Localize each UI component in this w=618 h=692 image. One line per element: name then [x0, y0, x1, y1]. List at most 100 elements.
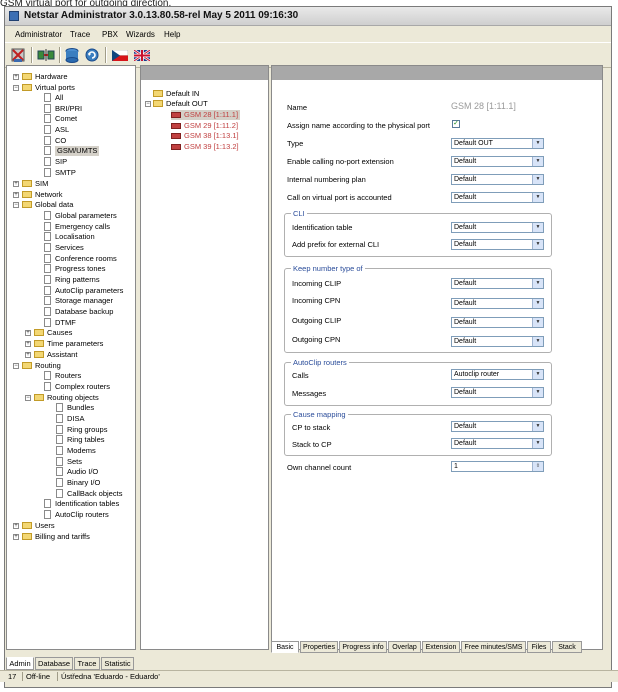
dropdown-value: Default	[454, 319, 477, 326]
document-icon	[44, 157, 51, 166]
expand-icon[interactable]: +	[13, 181, 19, 187]
tree-label: Complex routers	[55, 382, 111, 391]
menu-wizards[interactable]: Wizards	[126, 30, 155, 39]
port-gsm-28[interactable]: GSM 28 [1:11.1]	[171, 110, 241, 120]
tree-label: Bundles	[67, 403, 95, 412]
dropdown-value: Default	[454, 423, 477, 430]
collapse-icon[interactable]: −	[145, 101, 151, 107]
expand-icon[interactable]: +	[13, 192, 19, 198]
tree-label: Comet	[55, 114, 78, 123]
type-dropdown[interactable]: Default OUT ▼	[451, 138, 544, 149]
spinner-arrows-icon[interactable]: ⇳	[532, 462, 543, 471]
document-icon	[56, 425, 63, 434]
menu-pbx[interactable]: PBX	[102, 30, 118, 39]
collapse-icon[interactable]: −	[13, 202, 19, 208]
tree-label: Users	[35, 521, 55, 530]
menu-administrator[interactable]: Administrator	[15, 30, 62, 39]
tab-progress-info[interactable]: Progress info	[339, 641, 387, 653]
expand-icon[interactable]: +	[13, 523, 19, 529]
collapse-icon[interactable]: −	[13, 363, 19, 369]
expand-icon[interactable]: +	[13, 534, 19, 540]
add-prefix-dropdown[interactable]: Default ▼	[451, 239, 544, 250]
folder-icon	[22, 362, 32, 369]
properties-panel: Name GSM 28 [1:11.1] Assign name accordi…	[271, 65, 603, 650]
tree-label: Global parameters	[55, 211, 117, 220]
collapse-icon[interactable]: −	[13, 85, 19, 91]
document-icon	[56, 446, 63, 455]
internal-plan-dropdown[interactable]: Default ▼	[451, 174, 544, 185]
tree-label: Emergency calls	[55, 222, 111, 231]
port-label: GSM 28 [1:11.1]	[184, 110, 239, 119]
tab-files[interactable]: Files	[527, 641, 551, 653]
expand-icon[interactable]: +	[13, 74, 19, 80]
document-icon	[44, 93, 51, 102]
port-label: GSM 38 [1:13.1]	[184, 131, 239, 140]
folder-icon	[153, 100, 163, 107]
refresh-icon[interactable]	[83, 46, 101, 64]
uk-flag-icon[interactable]	[133, 46, 151, 64]
assign-name-label: Assign name according to the physical po…	[287, 121, 430, 130]
folder-icon	[34, 394, 44, 401]
tab-free-minutes-sms[interactable]: Free minutes/SMS	[461, 641, 526, 653]
port-label: GSM 39 [1:13.2]	[184, 142, 239, 151]
tab-database[interactable]: Database	[35, 657, 73, 670]
cp-to-stack-dropdown[interactable]: Default ▼	[451, 421, 544, 432]
chevron-down-icon: ▼	[532, 299, 543, 308]
menu-trace[interactable]: Trace	[70, 30, 90, 39]
accounted-dropdown[interactable]: Default ▼	[451, 192, 544, 203]
tab-admin[interactable]: Admin	[6, 657, 34, 670]
chevron-down-icon: ▼	[532, 370, 543, 379]
document-icon	[56, 489, 63, 498]
tree-label: DISA	[67, 414, 85, 423]
tree-label: CallBack objects	[67, 489, 123, 498]
database-icon[interactable]	[63, 46, 81, 64]
tab-properties[interactable]: Properties	[300, 641, 338, 653]
czech-flag-icon[interactable]	[111, 46, 129, 64]
outgoing-clip-dropdown[interactable]: Default ▼	[451, 317, 544, 328]
status-separator	[22, 672, 23, 681]
tree-label: Routing	[35, 361, 61, 370]
own-channel-spinbox[interactable]: 1 ⇳	[451, 461, 544, 472]
tab-statistic[interactable]: Statistic	[101, 657, 134, 670]
port-gsm-29[interactable]: GSM 29 [1:11.2]	[171, 121, 238, 131]
outgoing-cpn-dropdown[interactable]: Default ▼	[451, 336, 544, 347]
document-icon	[44, 318, 51, 327]
calls-dropdown[interactable]: Autoclip router ▼	[451, 369, 544, 380]
tab-trace[interactable]: Trace	[74, 657, 100, 670]
no-port-dropdown[interactable]: Default ▼	[451, 156, 544, 167]
dropdown-value: Default	[454, 338, 477, 345]
expand-icon[interactable]: +	[25, 341, 31, 347]
dropdown-value: Default	[454, 440, 477, 447]
menu-bar: Administrator Trace PBX Wizards Help	[5, 26, 611, 42]
expand-icon[interactable]: +	[25, 352, 31, 358]
status-mode: Off-line	[26, 672, 51, 681]
id-table-dropdown[interactable]: Default ▼	[451, 222, 544, 233]
messages-dropdown[interactable]: Default ▼	[451, 387, 544, 398]
expand-icon[interactable]: +	[25, 330, 31, 336]
tree-label: Default IN	[166, 89, 200, 98]
folder-icon	[22, 73, 32, 80]
properties-tabs: Basic Properties Progress info Overlap E…	[271, 641, 603, 653]
port-gsm-39[interactable]: GSM 39 [1:13.2]	[171, 142, 239, 152]
tab-basic[interactable]: Basic	[271, 641, 299, 653]
tab-extension[interactable]: Extension	[422, 641, 460, 653]
administrator-icon[interactable]	[9, 46, 27, 64]
folder-icon	[22, 180, 32, 187]
tree-label: SIP	[55, 157, 68, 166]
group-title: AutoClip routers	[291, 358, 349, 367]
tab-stack[interactable]: Stack	[552, 641, 582, 653]
status-bar: 17 Off-line Ústředna 'Eduardo - Eduardo'	[0, 670, 618, 682]
tab-overlap[interactable]: Overlap	[388, 641, 421, 653]
dropdown-value: Default	[454, 176, 477, 183]
stack-to-cp-dropdown[interactable]: Default ▼	[451, 438, 544, 449]
menu-help[interactable]: Help	[164, 30, 180, 39]
incoming-clip-dropdown[interactable]: Default ▼	[451, 278, 544, 289]
folder-icon	[34, 351, 44, 358]
chevron-down-icon: ▼	[532, 318, 543, 327]
connect-icon[interactable]	[37, 46, 55, 64]
incoming-cpn-dropdown[interactable]: Default ▼	[451, 298, 544, 309]
assign-name-checkbox[interactable]: ✓	[452, 120, 460, 128]
port-gsm-38[interactable]: GSM 38 [1:13.1]	[171, 131, 239, 141]
collapse-icon[interactable]: −	[25, 395, 31, 401]
tree-label: ASL	[55, 125, 70, 134]
